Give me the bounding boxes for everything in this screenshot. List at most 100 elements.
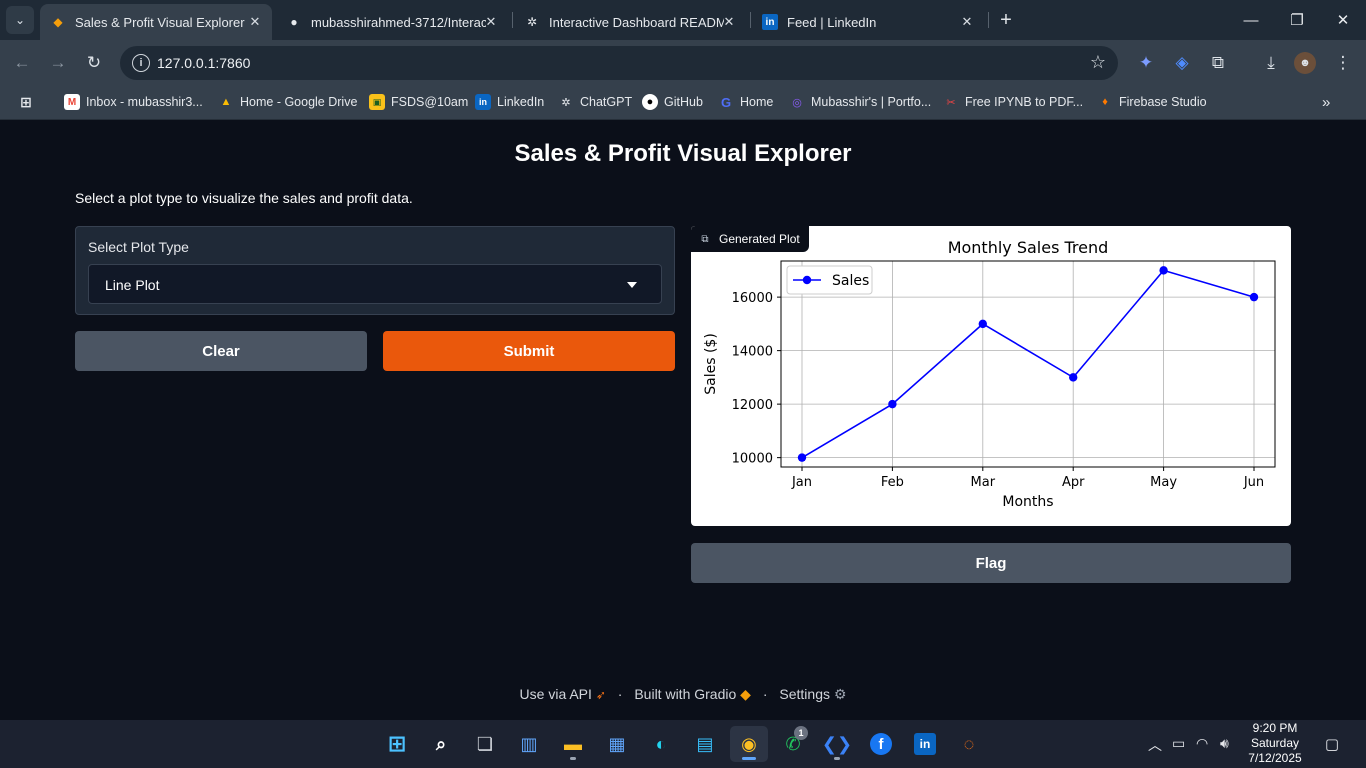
bookmark-ipynb-pdf[interactable]: ✂ Free IPYNB to PDF... — [943, 92, 1083, 112]
battery-icon[interactable]: ▭ — [1172, 735, 1185, 752]
search-icon[interactable]: ⌕ — [422, 726, 460, 762]
back-arrow-icon[interactable]: ← — [9, 50, 35, 76]
footer-separator: · — [617, 686, 623, 702]
clock-time: 9:20 PM — [1252, 721, 1298, 735]
use-api-link[interactable]: Use via API ➶ — [520, 686, 606, 702]
tab-readme[interactable]: ✲ Interactive Dashboard README ✕ — [514, 4, 746, 40]
apps-grid-icon[interactable]: ⊞ — [18, 92, 34, 112]
converter-icon: ✂ — [946, 96, 956, 109]
built-with-gradio-link[interactable]: Built with Gradio ◆ — [634, 686, 751, 702]
bookmarks-bar: ⊞ M Inbox - mubasshir3... ▲ Home - Google … — [0, 85, 1366, 120]
linkedin-icon[interactable]: in — [906, 726, 944, 762]
dropdown-selected-value: Line Plot — [105, 277, 160, 293]
gradio-icon: ◆ — [53, 15, 63, 29]
reload-icon[interactable]: ↻ — [81, 50, 107, 76]
active-indicator — [742, 757, 756, 760]
bookmark-gmail[interactable]: M Inbox - mubasshir3... — [64, 92, 203, 112]
classroom-icon: ▣ — [369, 94, 385, 110]
y-tick-label: 14000 — [732, 345, 773, 360]
close-icon[interactable]: ✕ — [482, 13, 500, 31]
chatgpt-icon: ✲ — [526, 15, 538, 29]
chrome-icon[interactable]: ◉ — [730, 726, 768, 762]
tab-linkedin[interactable]: in Feed | LinkedIn ✕ — [752, 4, 984, 40]
y-tick-label: 10000 — [732, 452, 773, 467]
close-icon[interactable]: ✕ — [246, 13, 264, 31]
chart-title: Monthly Sales Trend — [948, 238, 1109, 257]
extensions-puzzle-icon[interactable]: ⧉ — [1205, 50, 1231, 76]
show-hidden-icons-chevron-icon[interactable]: ︿ — [1148, 735, 1162, 755]
bookmark-google-drive[interactable]: ▲ Home - Google Drive — [218, 92, 358, 112]
extension-gemini-icon[interactable]: ✦ — [1133, 50, 1159, 76]
submit-button[interactable]: Submit — [383, 331, 675, 371]
data-point — [1159, 266, 1168, 275]
plot-output-label-text: Generated Plot — [719, 232, 800, 246]
window-close-icon[interactable]: ✕ — [1320, 6, 1366, 34]
forward-arrow-icon[interactable]: → — [45, 50, 71, 76]
bookmark-star-icon[interactable]: ☆ — [1090, 52, 1106, 73]
system-clock[interactable]: 9:20 PM Saturday 7/12/2025 — [1244, 721, 1306, 766]
tab-separator — [750, 12, 751, 28]
notifications-icon[interactable]: ▢ — [1322, 734, 1342, 754]
whatsapp-icon[interactable]: ✆ 1 — [774, 726, 812, 762]
built-with-text: Built with Gradio — [634, 686, 737, 702]
bookmark-chatgpt[interactable]: ✲ ChatGPT — [558, 92, 632, 112]
x-tick-label: Jun — [1243, 475, 1264, 490]
bookmark-fsds[interactable]: ▣ FSDS@10am — [369, 92, 468, 112]
restore-icon[interactable]: ❐ — [1274, 6, 1320, 34]
x-axis-label: Months — [1002, 494, 1053, 510]
portfolio-icon: ◎ — [792, 96, 802, 109]
bookmark-linkedin[interactable]: in LinkedIn — [475, 92, 544, 112]
minimize-icon[interactable]: — — [1228, 6, 1274, 34]
download-icon[interactable]: ⤓ — [1258, 50, 1284, 76]
close-icon[interactable]: ✕ — [958, 13, 976, 31]
clear-button[interactable]: Clear — [75, 331, 367, 371]
more-menu-icon[interactable]: ⋮ — [1330, 50, 1356, 76]
clock-date: 7/12/2025 — [1248, 751, 1302, 765]
github-icon: ● — [290, 15, 298, 29]
clock-day: Saturday — [1250, 736, 1300, 750]
volume-icon[interactable]: 🔊︎ — [1220, 735, 1229, 752]
google-drive-icon: ▲ — [220, 96, 232, 108]
flag-button[interactable]: Flag — [691, 543, 1291, 583]
bookmark-portfolio[interactable]: ◎ Mubasshir's | Portfo... — [789, 92, 931, 112]
windows-start-icon[interactable]: ⊞ — [378, 726, 416, 762]
x-tick-label: Mar — [971, 475, 996, 490]
bookmark-home[interactable]: G Home — [718, 92, 773, 112]
file-explorer-icon[interactable]: ▬ — [554, 726, 592, 762]
chatgpt-icon: ✲ — [561, 96, 571, 109]
vscode-icon[interactable]: ❮❯ — [818, 726, 856, 762]
y-axis-label: Sales ($) — [703, 333, 719, 395]
extension-copilot-icon[interactable]: ◈ — [1169, 50, 1195, 76]
new-tab-plus-icon[interactable]: + — [994, 8, 1018, 32]
browser-tab-strip: ⌄ ◆ Sales & Profit Visual Explorer ✕ ● m… — [0, 0, 1366, 40]
notification-badge: 1 — [794, 726, 808, 740]
tab-separator — [512, 12, 513, 28]
tab-github-repo[interactable]: ● mubasshirahmed-3712/Interact ✕ — [276, 4, 508, 40]
widgets-icon[interactable]: ▥ — [510, 726, 548, 762]
data-point — [797, 453, 807, 462]
facebook-icon[interactable]: f — [862, 726, 900, 762]
bookmark-firebase[interactable]: ♦ Firebase Studio — [1097, 92, 1206, 112]
task-view-icon[interactable]: ❏ — [466, 726, 504, 762]
bookmark-label: GitHub — [664, 95, 703, 109]
address-bar[interactable]: i 127.0.0.1:7860 ☆ — [120, 46, 1118, 80]
more-bookmarks-chevron-icon[interactable]: » — [1322, 92, 1330, 112]
jupyter-icon[interactable]: ◌ — [950, 726, 988, 762]
legend-label: Sales — [832, 273, 869, 289]
settings-link[interactable]: Settings ⚙ — [779, 686, 846, 702]
close-icon[interactable]: ✕ — [720, 13, 738, 31]
bookmark-github[interactable]: ● GitHub — [642, 92, 703, 112]
data-point — [978, 319, 987, 329]
site-info-icon[interactable]: i — [132, 54, 150, 72]
edge-icon[interactable]: ◐ — [642, 726, 680, 762]
rocket-icon: ➶ — [595, 688, 606, 702]
y-tick-label: 16000 — [732, 291, 773, 306]
page-description: Select a plot type to visualize the sale… — [75, 190, 413, 206]
wifi-icon[interactable]: ◠ — [1196, 735, 1208, 752]
microsoft-store-icon[interactable]: ▦ — [598, 726, 636, 762]
tab-sales-profit[interactable]: ◆ Sales & Profit Visual Explorer ✕ — [40, 4, 272, 40]
profile-avatar-icon[interactable]: ☻ — [1294, 52, 1316, 74]
tab-search-menu-button[interactable]: ⌄ — [6, 6, 34, 34]
notepad-icon[interactable]: ▤ — [686, 726, 724, 762]
plot-type-dropdown[interactable]: Line Plot — [88, 264, 662, 304]
